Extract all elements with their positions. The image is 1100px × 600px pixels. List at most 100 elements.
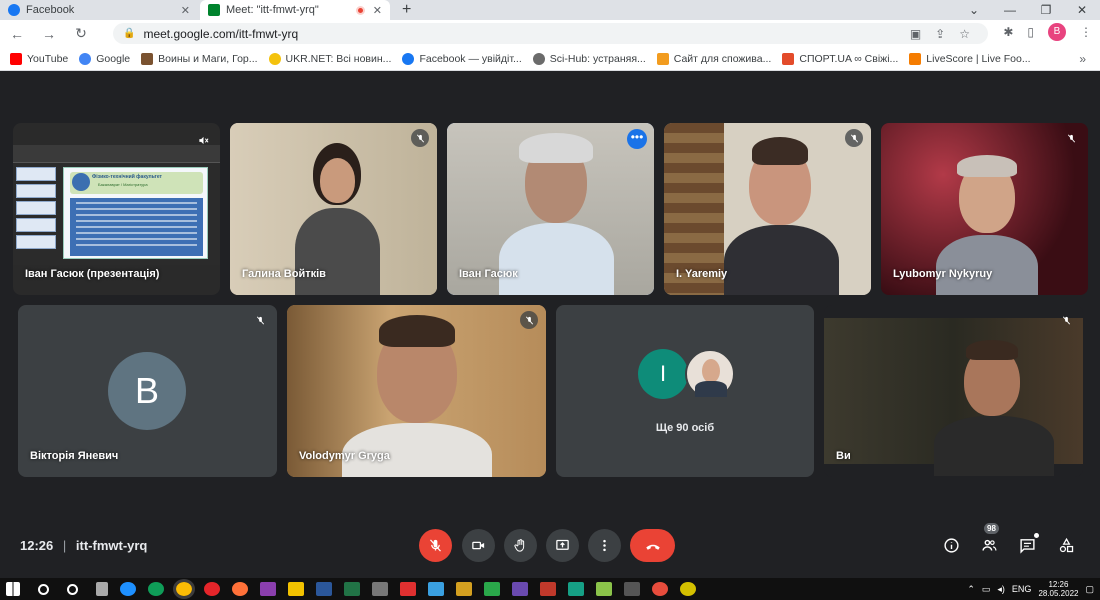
present-screen-button[interactable]: [546, 529, 579, 562]
windows-start-icon[interactable]: [6, 582, 20, 596]
app-icon[interactable]: [400, 582, 416, 596]
url-text[interactable]: meet.google.com/itt-fmwt-yrq: [143, 27, 298, 41]
meeting-details-button[interactable]: [940, 534, 962, 556]
share-icon[interactable]: ⇪: [935, 27, 945, 41]
participant-tile-self[interactable]: Ви: [824, 305, 1083, 477]
word-icon[interactable]: [316, 582, 332, 596]
language-indicator[interactable]: ENG: [1012, 584, 1032, 594]
participant-tile-viktoriia[interactable]: B Вікторія Яневич: [18, 305, 277, 477]
facebook-icon: [8, 4, 20, 16]
meeting-code: itt-fmwt-yrq: [75, 538, 148, 553]
youtube-icon: [10, 52, 22, 65]
tab-search-button[interactable]: ⌄: [956, 0, 992, 20]
raise-hand-button[interactable]: [504, 529, 537, 562]
address-bar[interactable]: 🔒 meet.google.com/itt-fmwt-yrq ▣ ⇪ ☆: [113, 23, 988, 44]
task-view-icon[interactable]: [96, 582, 108, 596]
file-explorer-icon[interactable]: [288, 582, 304, 596]
network-icon[interactable]: ▭: [982, 584, 991, 595]
notifications-icon[interactable]: ▢: [1085, 584, 1094, 595]
mic-toggle-button[interactable]: [419, 529, 452, 562]
excel-icon[interactable]: [344, 582, 360, 596]
mic-off-icon: [430, 539, 441, 552]
menu-icon[interactable]: ⋮: [1080, 25, 1092, 39]
info-icon: [943, 537, 959, 553]
app-icon[interactable]: [568, 582, 584, 596]
back-button[interactable]: ←: [6, 26, 28, 42]
activities-button[interactable]: [1055, 534, 1077, 556]
maximize-button[interactable]: ❐: [1028, 0, 1064, 20]
bookmark-scihub[interactable]: Sci-Hub: устраняя...: [532, 52, 646, 65]
chat-button[interactable]: [1016, 533, 1039, 556]
bookmark-voiny[interactable]: Воины и Маги, Гор...: [141, 52, 258, 65]
chrome-icon[interactable]: [173, 579, 195, 599]
opera-icon[interactable]: [204, 582, 220, 596]
bookmark-livescore[interactable]: LiveScore | Live Foo...: [909, 52, 1031, 65]
app-icon[interactable]: [428, 582, 444, 596]
bookmark-consumer[interactable]: Сайт для спожива...: [656, 52, 771, 65]
bookmark-google[interactable]: Google: [79, 52, 130, 65]
participant-name: I. Yaremiy: [676, 268, 728, 280]
new-tab-button[interactable]: +: [402, 0, 411, 20]
participant-tile-halyna[interactable]: Галина Войтків: [230, 123, 437, 295]
bookmark-star-icon[interactable]: ☆: [959, 27, 970, 41]
extensions-icon[interactable]: ✱: [1003, 25, 1013, 39]
minimize-button[interactable]: —: [992, 0, 1028, 20]
more-participants-tile[interactable]: I Ще 90 осіб: [556, 305, 814, 477]
more-options-button[interactable]: •••: [627, 129, 647, 149]
close-icon[interactable]: ✕: [181, 4, 190, 17]
tab-meet[interactable]: Meet: "itt-fmwt-yrq" ✕: [200, 0, 390, 20]
camera-in-use-icon[interactable]: ▣: [910, 27, 921, 41]
app-icon[interactable]: [484, 582, 500, 596]
meeting-info: 12:26 | itt-fmwt-yrq: [20, 538, 147, 553]
bookmark-label: СПОРТ.UA ∞ Свіжі...: [799, 52, 899, 65]
reload-button[interactable]: ↻: [70, 25, 92, 42]
app-icon[interactable]: [456, 582, 472, 596]
bookmarks-overflow-button[interactable]: »: [1079, 52, 1086, 66]
participant-tile-lyubomyr[interactable]: Lyubomyr Nykyruy: [881, 123, 1088, 295]
edge-icon[interactable]: [148, 582, 164, 596]
calculator-icon[interactable]: [372, 582, 388, 596]
app-icon[interactable]: [624, 582, 640, 596]
separator: |: [62, 538, 67, 553]
participant-name: Вікторія Яневич: [30, 450, 119, 462]
bookmark-facebook[interactable]: Facebook — увійдіт...: [402, 52, 522, 65]
firefox-icon[interactable]: [232, 582, 248, 596]
tab-title: Facebook: [26, 4, 75, 16]
app-icon[interactable]: [680, 582, 696, 596]
tab-facebook[interactable]: Facebook ✕: [0, 0, 198, 20]
app-icon[interactable]: [512, 582, 528, 596]
participant-tile-ivan[interactable]: ••• Іван Гасюк: [447, 123, 654, 295]
bookmark-sport[interactable]: СПОРТ.UA ∞ Свіжі...: [782, 52, 899, 65]
facebook-icon: [402, 52, 415, 65]
taskbar-clock[interactable]: 12:26 28.05.2022: [1038, 580, 1078, 598]
participant-tile-yaremiy[interactable]: I. Yaremiy: [664, 123, 871, 295]
close-icon[interactable]: ✕: [373, 4, 382, 17]
system-tray: ⌃ ▭ ◂) ENG 12:26 28.05.2022 ▢: [967, 578, 1094, 600]
bookmark-label: YouTube: [27, 52, 69, 65]
participant-tile-presentation[interactable]: Фізико-технічний факультет Бакалаврат / …: [13, 123, 220, 295]
volume-icon[interactable]: ◂): [997, 584, 1005, 595]
app-icon[interactable]: [260, 582, 276, 596]
participant-tile-volodymyr[interactable]: Volodymyr Gryga: [287, 305, 546, 477]
profile-avatar[interactable]: B: [1048, 23, 1066, 41]
app-icon[interactable]: [652, 582, 668, 596]
reading-list-icon[interactable]: ▯: [1027, 25, 1034, 39]
more-options-button[interactable]: [588, 529, 621, 562]
search-icon[interactable]: [38, 583, 49, 595]
ie-icon[interactable]: [120, 582, 136, 596]
camera-toggle-button[interactable]: [462, 529, 495, 562]
leave-call-button[interactable]: [630, 529, 675, 562]
participants-count-badge: 98: [984, 523, 999, 534]
bookmark-youtube[interactable]: YouTube: [10, 52, 69, 65]
app-icon[interactable]: [540, 582, 556, 596]
lock-icon[interactable]: 🔒: [123, 28, 135, 39]
bookmark-ukrnet[interactable]: UKR.NET: Всі новин...: [268, 52, 391, 65]
forward-button[interactable]: →: [38, 26, 60, 42]
chevron-up-icon[interactable]: ⌃: [967, 584, 975, 595]
meeting-time: 12:26: [20, 538, 54, 553]
people-button[interactable]: 98: [978, 523, 1000, 556]
close-window-button[interactable]: ✕: [1064, 0, 1100, 20]
more-participants-label: Ще 90 осіб: [655, 422, 715, 434]
cortana-icon[interactable]: [67, 583, 78, 595]
app-icon[interactable]: [596, 582, 612, 596]
